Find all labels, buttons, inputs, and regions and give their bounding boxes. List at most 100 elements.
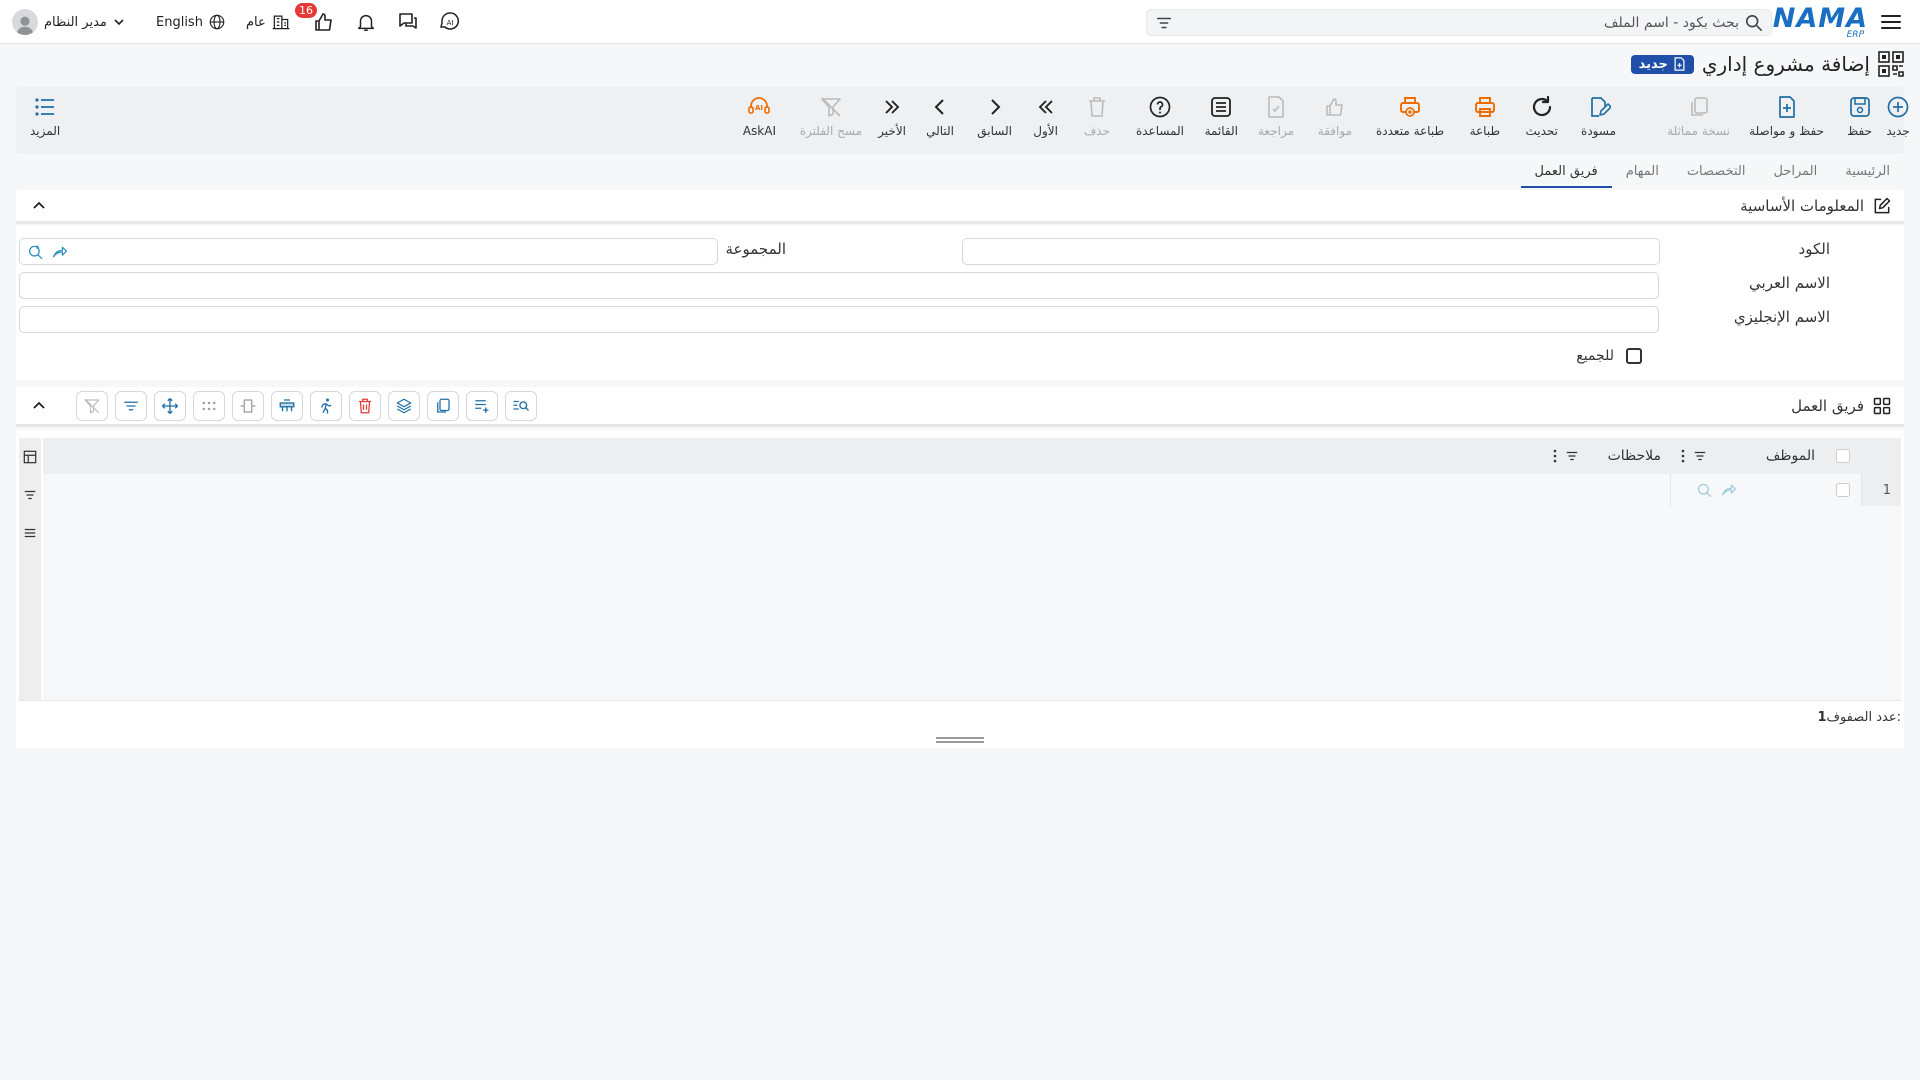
previous-record-button[interactable]: السابق	[977, 95, 1012, 138]
basic-info-form: الكود المجموعة الاسم العربي الاسم الإنجل…	[16, 226, 1904, 380]
column-menu-icon[interactable]	[1681, 449, 1685, 463]
english-name-input[interactable]	[19, 306, 1659, 333]
avatar	[12, 9, 38, 35]
move-arrows-icon	[162, 398, 178, 414]
chat-icon[interactable]	[394, 8, 422, 36]
more-button[interactable]: المزيد	[30, 95, 60, 138]
search-input[interactable]	[1173, 10, 1745, 35]
column-filter-icon[interactable]	[1693, 449, 1707, 463]
save-button[interactable]: حفظ	[1847, 95, 1872, 138]
tab-main[interactable]: الرئيسية	[1831, 160, 1904, 188]
ai-headset-icon: AI	[748, 97, 771, 114]
grid-filter-button[interactable]	[115, 391, 147, 421]
grid-table-settings-icon[interactable]	[19, 438, 41, 476]
work-team-grid: الموظف ملاحظات 1 1 عدد الصفوف:	[16, 430, 1904, 748]
employee-column-header[interactable]: الموظف	[1671, 438, 1825, 474]
open-record-icon[interactable]	[1721, 482, 1737, 498]
grid-menu-icon[interactable]	[19, 514, 41, 552]
tab-specializations[interactable]: التخصصات	[1673, 160, 1760, 188]
search-icon[interactable]	[1745, 14, 1763, 32]
user-menu[interactable]: مدير النظام	[12, 8, 125, 36]
for-all-checkbox[interactable]	[1626, 348, 1642, 364]
grid-columns-button[interactable]	[193, 391, 225, 421]
last-record-button[interactable]: الأخير	[878, 95, 906, 138]
notes-column-header[interactable]: ملاحظات	[1543, 438, 1671, 474]
grid-move-button[interactable]	[154, 391, 186, 421]
collapse-basic-info-button[interactable]	[28, 195, 50, 217]
file-plus-icon	[1778, 96, 1795, 118]
double-chevron-right-icon	[885, 100, 900, 114]
tab-tasks[interactable]: المهام	[1612, 160, 1673, 188]
grid-fit-width-button[interactable]	[232, 391, 264, 421]
list-button[interactable]: القائمة	[1205, 95, 1238, 138]
grid-copy-button[interactable]	[427, 391, 459, 421]
logo-subtext: ERP	[1846, 30, 1864, 40]
grid-resize-handle[interactable]	[936, 735, 984, 743]
draft-button[interactable]: مسودة	[1581, 95, 1616, 138]
hamburger-menu-icon[interactable]	[1878, 9, 1904, 35]
duplicate-button[interactable]: نسخة مماثلة	[1667, 95, 1730, 138]
column-menu-icon[interactable]	[1553, 449, 1557, 463]
row-number: 1	[1861, 474, 1901, 506]
next-record-button[interactable]: التالي	[926, 95, 954, 138]
grid-quick-action-button[interactable]	[310, 391, 342, 421]
grid-clear-filter-button[interactable]	[76, 391, 108, 421]
bell-icon[interactable]	[352, 8, 380, 36]
status-badge-label: جديد	[1638, 56, 1668, 72]
first-record-button[interactable]: الأول	[1033, 95, 1058, 138]
ai-assistant-icon[interactable]: AI	[436, 8, 464, 36]
chevron-up-icon	[33, 201, 45, 209]
ask-ai-button[interactable]: AI AskAI	[743, 95, 776, 138]
status-badge: جديد	[1630, 54, 1694, 74]
review-button[interactable]: مراجعة	[1258, 95, 1294, 138]
grid-layout-icon	[1872, 396, 1892, 416]
language-label: English	[156, 14, 203, 30]
grid-add-rows-button[interactable]	[466, 391, 498, 421]
list-icon	[1211, 97, 1232, 117]
double-chevron-left-icon	[1038, 100, 1053, 114]
more-list-icon	[35, 98, 55, 116]
row-select-checkbox[interactable]	[1836, 483, 1850, 497]
tab-work-team[interactable]: فريق العمل	[1520, 160, 1612, 188]
grid-search-button[interactable]	[505, 391, 537, 421]
branch-selector[interactable]: عام	[246, 8, 291, 36]
basic-info-section-header: المعلومات الأساسية	[16, 190, 1904, 224]
column-filter-icon[interactable]	[1565, 449, 1579, 463]
tab-phases[interactable]: المراحل	[1759, 160, 1831, 188]
save-and-continue-button[interactable]: حفظ و مواصلة	[1749, 95, 1824, 138]
select-all-checkbox[interactable]	[1836, 449, 1850, 463]
refresh-icon	[1532, 95, 1551, 117]
delete-button[interactable]: حذف	[1084, 95, 1110, 138]
lookup-search-icon[interactable]	[1697, 482, 1713, 498]
grid-insert-row-button[interactable]	[271, 391, 303, 421]
code-input[interactable]	[962, 238, 1660, 265]
arabic-name-input[interactable]	[19, 272, 1659, 299]
employee-cell[interactable]	[1671, 474, 1825, 506]
global-search	[1146, 9, 1772, 36]
print-button[interactable]: طباعة	[1470, 95, 1500, 138]
notes-cell[interactable]	[1543, 474, 1671, 506]
help-button[interactable]: المساعدة	[1136, 95, 1184, 138]
list-search-icon	[513, 400, 529, 411]
grid-layers-button[interactable]	[388, 391, 420, 421]
collapse-work-team-button[interactable]	[28, 395, 50, 417]
code-label: الكود	[1798, 240, 1830, 258]
qr-code-icon[interactable]	[1878, 51, 1904, 77]
grid-delete-row-button[interactable]	[349, 391, 381, 421]
open-record-icon[interactable]	[52, 244, 68, 260]
nama-logo[interactable]: NAMA ERP	[1773, 4, 1868, 41]
grid-filter-toggle-icon[interactable]	[19, 476, 41, 514]
group-lookup-field[interactable]	[19, 238, 718, 265]
top-bar: NAMA ERP AI 16 عام English	[0, 0, 1920, 44]
clear-filter-button[interactable]: مسح الفلترة	[800, 95, 862, 138]
form-tabs: الرئيسية المراحل التخصصات المهام فريق ال…	[1520, 160, 1904, 190]
refresh-button[interactable]: تحديث	[1525, 95, 1558, 138]
multi-print-button[interactable]: طباعة متعددة	[1376, 95, 1444, 138]
language-switcher[interactable]: English	[156, 8, 226, 36]
notification-count-badge: 16	[295, 3, 317, 18]
new-button[interactable]: جديد	[1886, 95, 1910, 138]
search-filter-icon[interactable]	[1155, 14, 1173, 32]
lookup-search-icon[interactable]	[28, 244, 44, 260]
approve-button[interactable]: موافقة	[1318, 95, 1352, 138]
table-row[interactable]: 1	[43, 474, 1901, 506]
